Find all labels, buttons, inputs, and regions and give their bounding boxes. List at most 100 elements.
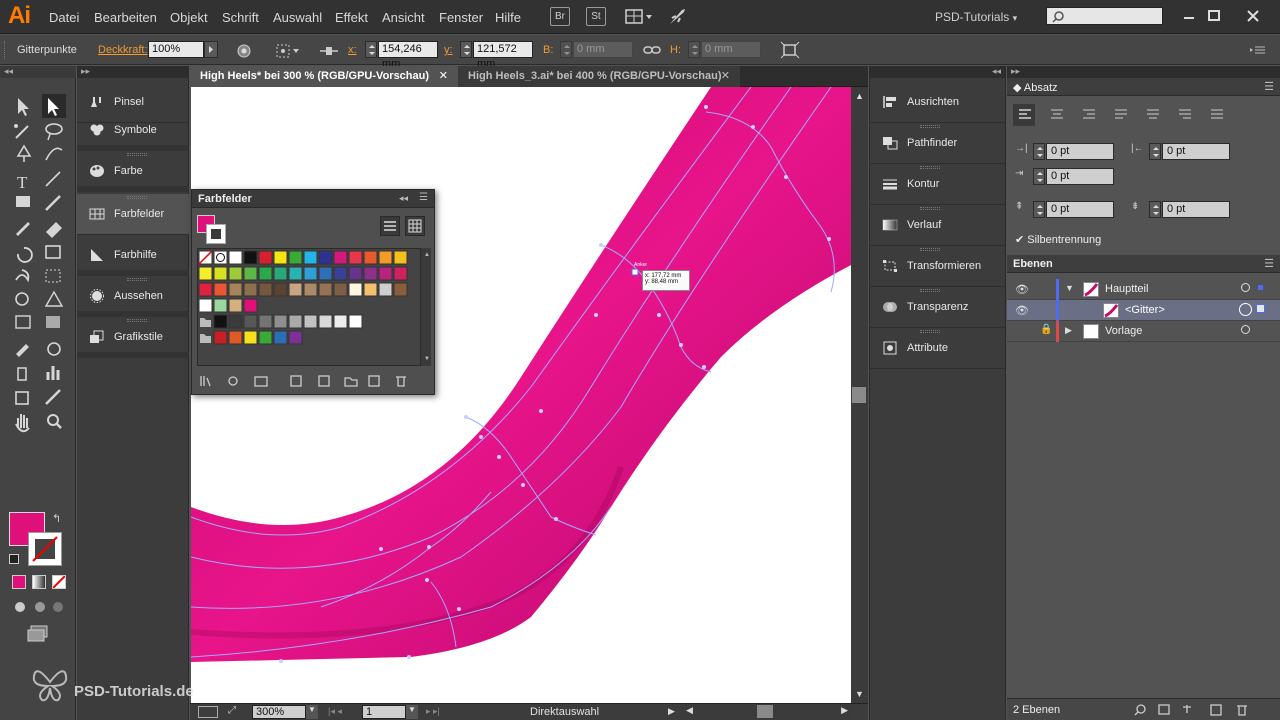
right-indent-stepper[interactable] bbox=[1149, 143, 1161, 160]
space-after-input[interactable]: 0 pt bbox=[1162, 201, 1230, 218]
stroke-color-swatch[interactable] bbox=[28, 532, 62, 566]
visibility-eye-icon[interactable]: 👁 bbox=[1015, 304, 1029, 317]
menu-auswahl[interactable]: Auswahl bbox=[273, 10, 322, 25]
swatch-stroke-preview[interactable] bbox=[206, 224, 226, 244]
panel-menu-icon[interactable]: ☰ bbox=[1264, 257, 1274, 270]
dock-item-aussehen[interactable]: Aussehen bbox=[77, 276, 189, 317]
close-icon[interactable]: ✕ bbox=[721, 69, 730, 82]
artboard-nav-icon[interactable] bbox=[198, 706, 218, 718]
menu-ansicht[interactable]: Ansicht bbox=[382, 10, 425, 25]
dock-item-farbhilfe[interactable]: Farbhilfe bbox=[77, 235, 189, 276]
panel-menu-icon[interactable] bbox=[1250, 45, 1266, 55]
menu-datei[interactable]: Datei bbox=[49, 10, 79, 25]
rotate-view-icon[interactable]: ⤢ bbox=[228, 705, 236, 716]
dock-item-symbole[interactable]: Symbole bbox=[77, 110, 189, 151]
workspace-switcher[interactable]: PSD-Tutorials ▾ bbox=[935, 10, 1017, 24]
expand-icon[interactable]: ▸▸ bbox=[81, 66, 90, 77]
collapse-icon[interactable]: ◂◂ bbox=[399, 193, 408, 204]
dock-item-kontur[interactable]: Kontur bbox=[870, 164, 1005, 205]
grip[interactable] bbox=[127, 319, 147, 322]
expand-arrow-icon[interactable]: ▶ bbox=[1065, 325, 1072, 336]
target-circle-icon[interactable] bbox=[1241, 325, 1250, 334]
close-icon[interactable]: ✕ bbox=[439, 69, 448, 82]
none-mode-button[interactable] bbox=[52, 575, 66, 589]
recolor-icon[interactable] bbox=[236, 43, 252, 59]
artboard-number-field[interactable]: 1 bbox=[362, 705, 406, 719]
target-circle-icon[interactable] bbox=[1241, 283, 1250, 292]
layer-row-vorlage[interactable]: 🔒 ▶ Vorlage bbox=[1007, 321, 1280, 342]
space-before-stepper[interactable] bbox=[1033, 201, 1045, 218]
expand-arrow-icon[interactable]: ▼ bbox=[1065, 283, 1074, 293]
grip[interactable] bbox=[920, 207, 940, 210]
panel-menu-icon[interactable]: ☰ bbox=[1264, 80, 1274, 93]
menu-hilfe[interactable]: Hilfe bbox=[495, 10, 521, 25]
dock-item-grafikstile[interactable]: Grafikstile bbox=[77, 317, 189, 358]
search-input[interactable] bbox=[1046, 7, 1163, 25]
selection-indicator[interactable] bbox=[1256, 304, 1265, 313]
grip[interactable] bbox=[920, 248, 940, 251]
selection-indicator[interactable] bbox=[1258, 285, 1263, 290]
space-after-stepper[interactable] bbox=[1149, 201, 1161, 218]
menu-schrift[interactable]: Schrift bbox=[222, 10, 259, 25]
dock-item-pathfinder[interactable]: Pathfinder bbox=[870, 123, 1005, 164]
first-line-indent-input[interactable]: 0 pt bbox=[1046, 168, 1114, 185]
collapse-icon[interactable]: ◂◂ bbox=[4, 66, 13, 77]
visibility-eye-icon[interactable]: 👁 bbox=[1015, 283, 1029, 296]
x-stepper[interactable] bbox=[365, 41, 377, 58]
menu-objekt[interactable]: Objekt bbox=[170, 10, 208, 25]
align-to-icon[interactable] bbox=[274, 42, 302, 60]
right-indent-input[interactable]: 0 pt bbox=[1162, 143, 1230, 160]
y-stepper[interactable] bbox=[460, 41, 472, 58]
gradient-mode-button[interactable] bbox=[32, 575, 46, 589]
layer-name-hauptteil[interactable]: Hauptteil bbox=[1105, 283, 1148, 295]
swatch-grid[interactable] bbox=[197, 248, 421, 366]
arrange-documents-icon[interactable] bbox=[624, 8, 654, 26]
zoom-dropdown-icon[interactable]: ▼ bbox=[306, 705, 318, 719]
layer-row-hauptteil[interactable]: 👁 ▼ Hauptteil bbox=[1007, 279, 1280, 300]
close-window-button[interactable] bbox=[1242, 6, 1264, 26]
opacity-label[interactable]: Deckkraft: bbox=[98, 44, 148, 56]
first-artboard-icon[interactable]: |◂ ◂ bbox=[328, 706, 342, 717]
x-input[interactable]: 154,246 mm bbox=[378, 41, 438, 70]
collapse-icon[interactable]: ◂◂ bbox=[992, 66, 1001, 77]
panel-menu-icon[interactable]: ☰ bbox=[419, 192, 428, 203]
space-before-input[interactable]: 0 pt bbox=[1046, 201, 1114, 218]
swap-colors-icon[interactable]: ↰ bbox=[52, 512, 61, 525]
dock-item-verlauf[interactable]: Verlauf bbox=[870, 205, 1005, 246]
layer-footer-icons[interactable] bbox=[1133, 701, 1263, 719]
grip[interactable] bbox=[920, 125, 940, 128]
target-double-circle-icon[interactable] bbox=[1239, 303, 1252, 316]
left-indent-stepper[interactable] bbox=[1033, 143, 1045, 160]
dock-item-ausrichten[interactable]: Ausrichten bbox=[870, 82, 1005, 123]
grip[interactable] bbox=[127, 153, 147, 156]
zoom-field[interactable]: 300% bbox=[252, 705, 306, 719]
layer-name-gitter[interactable]: <Gitter> bbox=[1125, 304, 1165, 316]
maximize-button[interactable] bbox=[1203, 6, 1225, 26]
grip[interactable] bbox=[127, 196, 147, 199]
menu-effekt[interactable]: Effekt bbox=[335, 10, 368, 25]
default-colors-icon[interactable] bbox=[9, 554, 19, 564]
horizontal-scrollbar[interactable]: ◀ ▶ bbox=[682, 704, 852, 719]
grip-handle[interactable] bbox=[4, 41, 7, 59]
dock-item-farbe[interactable]: Farbe bbox=[77, 151, 189, 192]
swatch-footer-icons[interactable] bbox=[197, 372, 427, 390]
grip[interactable] bbox=[920, 166, 940, 169]
y-input[interactable]: 121,572 mm bbox=[473, 41, 533, 70]
layers-panel-header[interactable]: Ebenen ☰ bbox=[1007, 255, 1280, 273]
lock-icon[interactable]: 🔒 bbox=[1040, 324, 1052, 335]
artboard-canvas[interactable]: Anker x: 177,72 mm y: 88,48 mm bbox=[191, 87, 851, 703]
vertical-scrollbar[interactable]: ▲ ▼ bbox=[851, 87, 868, 703]
first-line-stepper[interactable] bbox=[1033, 168, 1045, 185]
bridge-button[interactable]: Br bbox=[550, 7, 570, 26]
thumbnail-view-button[interactable] bbox=[405, 216, 425, 236]
expand-icon[interactable]: ▸▸ bbox=[1011, 66, 1020, 77]
swatch-cells[interactable] bbox=[198, 249, 410, 365]
collapse-arrow-icon[interactable]: ◆ bbox=[1013, 82, 1024, 94]
opacity-arrow-button[interactable] bbox=[204, 41, 218, 58]
draw-mode-icons[interactable] bbox=[12, 600, 64, 614]
color-mode-button[interactable] bbox=[12, 575, 26, 589]
grip[interactable] bbox=[127, 278, 147, 281]
screen-mode-icon[interactable] bbox=[26, 624, 50, 642]
grip[interactable] bbox=[920, 289, 940, 292]
layer-row-gitter[interactable]: 👁 <Gitter> bbox=[1007, 300, 1280, 321]
